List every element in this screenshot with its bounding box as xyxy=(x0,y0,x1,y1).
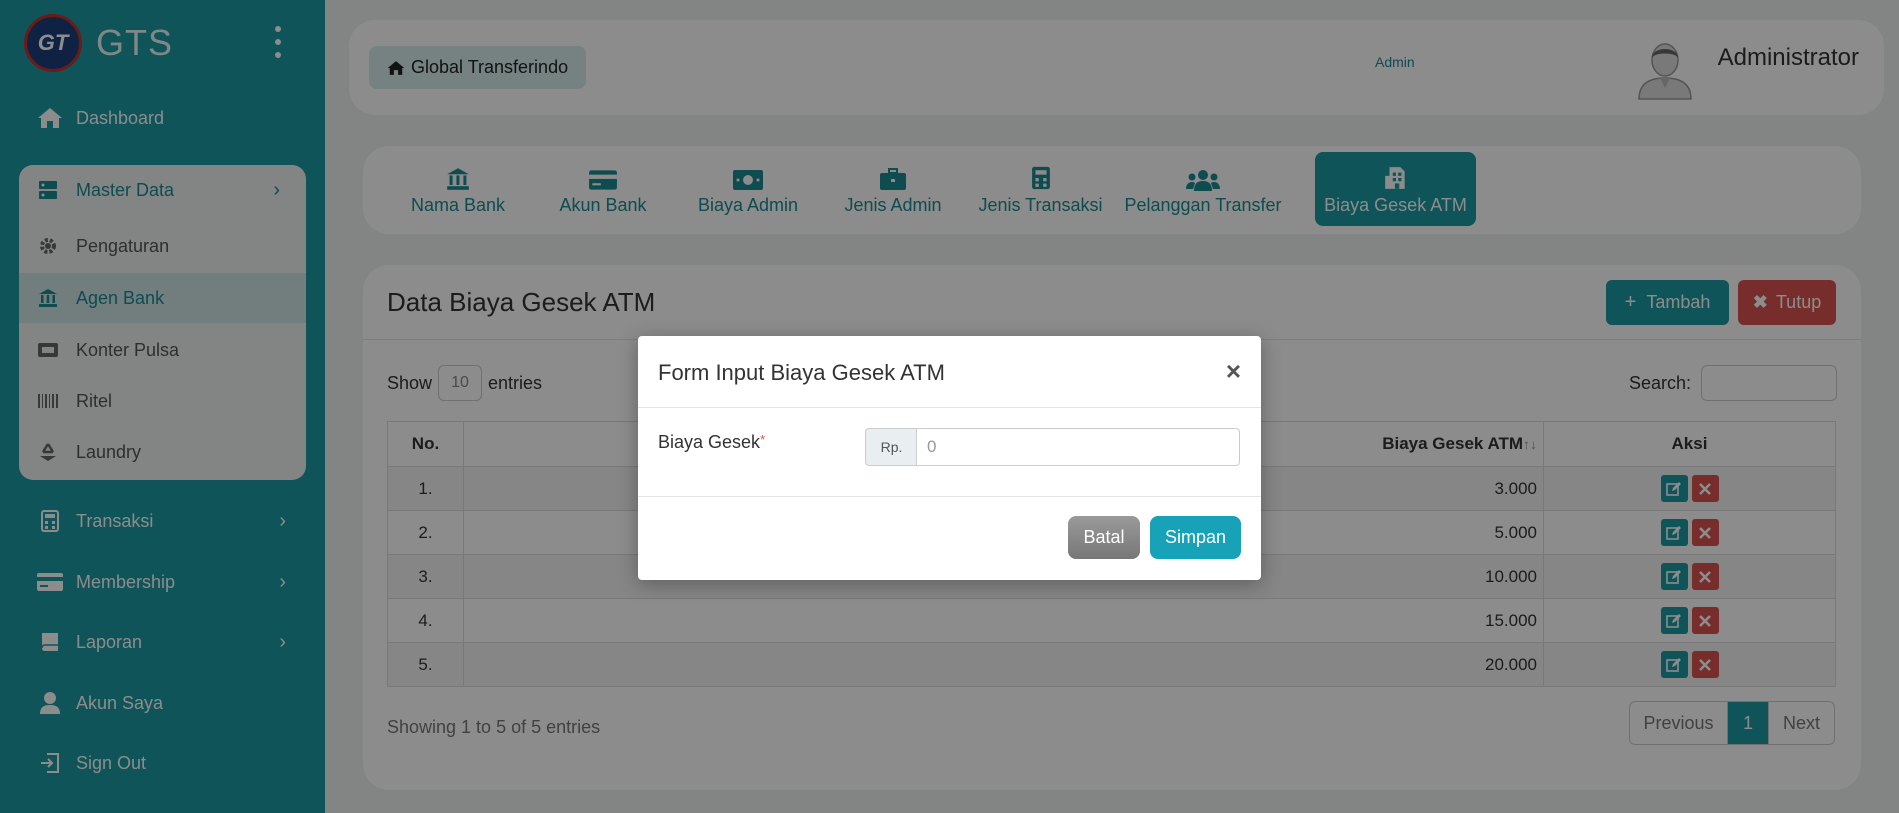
required-mark: * xyxy=(760,432,766,447)
divider xyxy=(638,407,1261,408)
modal-title: Form Input Biaya Gesek ATM xyxy=(658,360,945,385)
field-label-text: Biaya Gesek xyxy=(658,432,761,452)
modal-dialog: Form Input Biaya Gesek ATM × Biaya Gesek… xyxy=(638,336,1261,580)
modal-close-icon[interactable]: × xyxy=(1226,356,1241,387)
save-button[interactable]: Simpan xyxy=(1150,516,1241,559)
divider xyxy=(638,496,1261,497)
field-label: Biaya Gesek* xyxy=(658,432,765,453)
biaya-gesek-input[interactable] xyxy=(916,428,1240,466)
currency-addon: Rp. xyxy=(865,428,917,466)
cancel-button[interactable]: Batal xyxy=(1068,516,1140,559)
